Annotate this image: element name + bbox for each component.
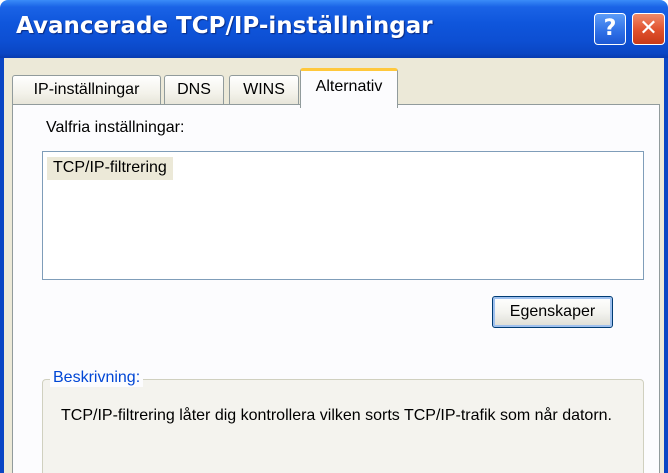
tab-options[interactable]: Alternativ <box>300 68 398 108</box>
properties-button[interactable]: Egenskaper <box>492 296 613 328</box>
help-button[interactable]: ? <box>594 13 626 45</box>
dialog-body: IP-inställningar DNS WINS Alternativ Val… <box>0 58 668 473</box>
close-icon: ✕ <box>639 16 658 41</box>
description-text: TCP/IP-filtrering låter dig kontrollera … <box>61 407 612 424</box>
optional-settings-list[interactable]: TCP/IP-filtrering <box>42 151 644 280</box>
advanced-tcpip-settings-dialog: Avancerade TCP/IP-inställningar ? ✕ IP-i… <box>0 0 668 473</box>
list-item-tcpip-filtering[interactable]: TCP/IP-filtrering <box>47 157 173 180</box>
description-title: Beskrivning: <box>50 369 144 387</box>
help-icon: ? <box>603 16 617 41</box>
tab-ip-settings[interactable]: IP-inställningar <box>12 75 161 105</box>
title-bar[interactable]: Avancerade TCP/IP-inställningar ? ✕ <box>0 0 668 58</box>
description-groupbox <box>42 379 644 473</box>
close-button[interactable]: ✕ <box>632 13 665 45</box>
optional-settings-label: Valfria inställningar: <box>46 119 185 136</box>
tab-wins[interactable]: WINS <box>229 75 299 105</box>
window-title: Avancerade TCP/IP-inställningar <box>16 13 433 39</box>
tab-dns[interactable]: DNS <box>164 75 224 105</box>
